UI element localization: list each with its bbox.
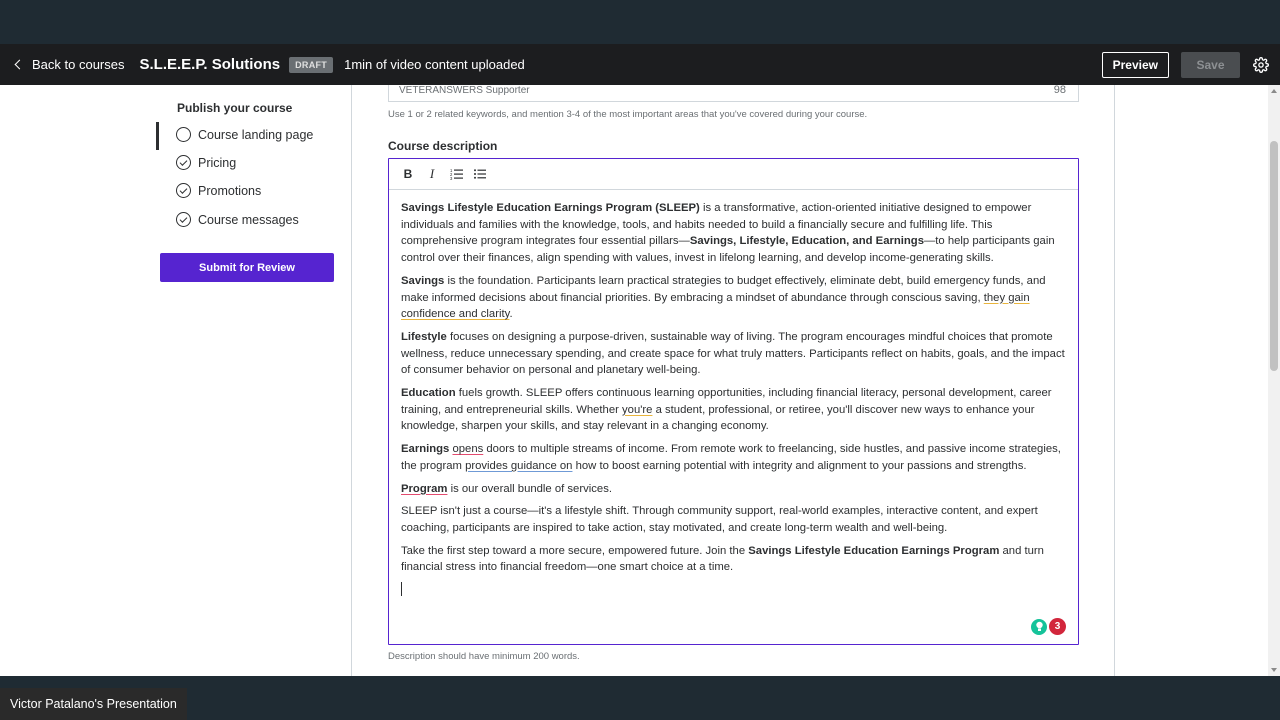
window-bottom-band bbox=[0, 676, 1280, 720]
sidebar-item-course-landing-page[interactable]: Course landing page bbox=[176, 127, 313, 142]
scroll-up-arrow-icon[interactable] bbox=[1271, 89, 1277, 93]
scroll-down-arrow-icon[interactable] bbox=[1271, 668, 1277, 672]
sidebar-item-label: Course landing page bbox=[198, 127, 314, 142]
course-header: Back to courses S.L.E.E.P. Solutions DRA… bbox=[0, 44, 1280, 85]
sidebar-item-label: Course messages bbox=[198, 212, 299, 227]
chevron-left-icon bbox=[14, 59, 25, 70]
sidebar-active-indicator bbox=[156, 122, 159, 150]
paragraph-intro: Savings Lifestyle Education Earnings Pro… bbox=[401, 202, 1055, 265]
paragraph-call-to-action: Take the first step toward a more secure… bbox=[401, 544, 1044, 574]
back-label: Back to courses bbox=[32, 57, 125, 72]
description-help-text: Description should have minimum 200 word… bbox=[388, 651, 580, 662]
back-to-courses-link[interactable]: Back to courses bbox=[14, 57, 125, 72]
svg-text:3: 3 bbox=[450, 176, 453, 180]
description-label: Course description bbox=[388, 139, 498, 153]
paragraph-program: Program is our overall bundle of service… bbox=[401, 482, 612, 495]
grammarly-bulb-icon[interactable] bbox=[1031, 618, 1047, 635]
description-editor[interactable]: B I 1 2 3 Savings Lifestyle Education Ea… bbox=[388, 158, 1079, 645]
paragraph-education: Education fuels growth. SLEEP offers con… bbox=[401, 387, 1052, 433]
keywords-help-text: Use 1 or 2 related keywords, and mention… bbox=[388, 109, 868, 120]
bulleted-list-icon[interactable] bbox=[468, 162, 492, 186]
empty-circle-icon bbox=[176, 127, 191, 142]
numbered-list-icon[interactable]: 1 2 3 bbox=[444, 162, 468, 186]
page-scrollbar[interactable] bbox=[1268, 85, 1280, 676]
paragraph-lifestyle: Lifestyle focuses on designing a purpose… bbox=[401, 330, 1065, 377]
sidebar-item-label: Pricing bbox=[198, 155, 237, 170]
text-cursor bbox=[401, 582, 402, 597]
preview-button[interactable]: Preview bbox=[1101, 51, 1169, 78]
main-panel: VETERANSWERS Supporter 98 Use 1 or 2 rel… bbox=[351, 85, 1115, 676]
grammarly-issue-count[interactable]: 3 bbox=[1049, 618, 1066, 635]
paragraph-earnings: Earnings opens doors to multiple streams… bbox=[401, 443, 1061, 472]
check-circle-icon bbox=[176, 212, 191, 227]
italic-button[interactable]: I bbox=[420, 162, 444, 186]
sidebar-item-course-messages[interactable]: Course messages bbox=[176, 212, 299, 227]
window-top-band bbox=[0, 0, 1280, 44]
editor-toolbar: B I 1 2 3 bbox=[389, 159, 1078, 190]
check-circle-icon bbox=[176, 155, 191, 170]
check-circle-icon bbox=[176, 183, 191, 198]
sidebar-item-promotions[interactable]: Promotions bbox=[176, 183, 261, 198]
bold-button[interactable]: B bbox=[396, 162, 420, 186]
keywords-value: VETERANSWERS Supporter bbox=[399, 85, 530, 96]
char-count: 98 bbox=[1053, 85, 1066, 96]
grammarly-widget[interactable]: 3 bbox=[1031, 618, 1066, 635]
upload-status: 1min of video content uploaded bbox=[344, 57, 525, 72]
submit-for-review-button[interactable]: Submit for Review bbox=[160, 253, 334, 282]
presenter-label: Victor Patalano's Presentation bbox=[0, 688, 187, 720]
paragraph-savings: Savings is the foundation. Participants … bbox=[401, 274, 1046, 321]
page-content: Publish your course Course landing page … bbox=[0, 85, 1268, 676]
keywords-input[interactable]: VETERANSWERS Supporter 98 bbox=[388, 85, 1079, 102]
scrollbar-thumb[interactable] bbox=[1270, 141, 1278, 371]
editor-body[interactable]: Savings Lifestyle Education Earnings Pro… bbox=[389, 190, 1078, 597]
sidebar-item-label: Promotions bbox=[198, 183, 262, 198]
course-title: S.L.E.E.P. Solutions bbox=[139, 56, 281, 73]
gear-icon[interactable] bbox=[1252, 56, 1270, 74]
sidebar-item-pricing[interactable]: Pricing bbox=[176, 155, 236, 170]
sidebar-heading: Publish your course bbox=[177, 101, 293, 115]
status-badge: DRAFT bbox=[289, 56, 334, 73]
paragraph-lifestyle-shift: SLEEP isn't just a course—it's a lifesty… bbox=[401, 505, 1038, 534]
save-button[interactable]: Save bbox=[1181, 51, 1240, 78]
